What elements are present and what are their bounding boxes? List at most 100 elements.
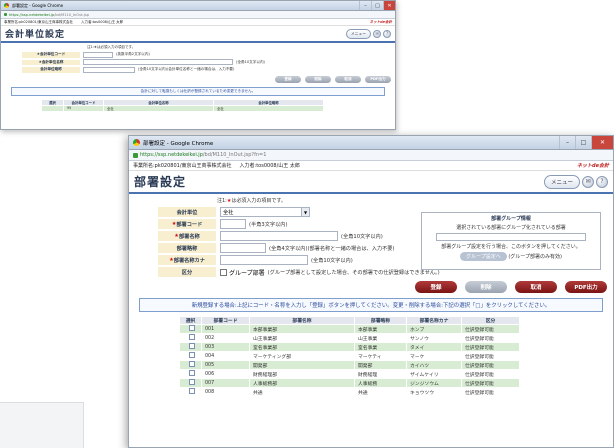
back-window-title: 部署設定 - Google Chrome xyxy=(12,2,64,8)
row-select-checkbox[interactable] xyxy=(189,379,195,386)
dept-kana-input[interactable] xyxy=(220,255,308,265)
name-label: 部署名称 xyxy=(178,233,200,240)
unit-name-input[interactable] xyxy=(83,59,233,66)
menu-button[interactable]: メニュー xyxy=(543,174,580,189)
chrome-icon xyxy=(133,139,140,146)
group-settings-button[interactable]: グループ設定へ xyxy=(460,252,507,261)
row-select-checkbox[interactable] xyxy=(189,370,195,377)
delete-button[interactable]: 削除 xyxy=(465,281,507,293)
cell: 仕訳登録可能 xyxy=(461,360,520,371)
field-hint: (全角10文字以内) xyxy=(341,233,383,240)
table-row[interactable]: 008 共通 共通 キョウツウ 仕訳登録可能 xyxy=(179,387,520,398)
select-cell xyxy=(179,351,202,362)
cell: マーケ xyxy=(406,351,462,362)
group-checkbox-label: グループ部署 xyxy=(229,269,265,277)
cell: 仕訳登録可能 xyxy=(461,333,520,344)
col-header: 部署略称 xyxy=(354,315,407,326)
field-label: ★会計単位コード xyxy=(21,51,81,59)
dept-table: 選択 部署コード 部署名称 部署略称 部署名称カナ 区分 001 本部事業部 本部事… xyxy=(179,315,520,398)
col-header: 区分 xyxy=(461,315,520,326)
front-browser-window: 部署設定 - Google Chrome – □ ✕ https://ssp.n… xyxy=(128,135,614,448)
form-row-abbr: 会計単位略称 (全角10文字以内)(会計単位名称と一緒の場合は、入力不要) xyxy=(1,66,395,74)
cell: マーケティング部 xyxy=(249,351,355,362)
pdf-button[interactable]: PDF出力 xyxy=(365,75,391,83)
cell: 本部事業部 xyxy=(249,324,355,335)
cell: 005 xyxy=(201,360,250,371)
field-label: ★ 部署コード xyxy=(157,218,217,230)
front-window-title: 部署設定 - Google Chrome xyxy=(143,140,214,147)
cell: 全社 xyxy=(103,104,214,112)
select-cell xyxy=(179,387,202,398)
table-row[interactable]: 007 人事総務部 人事総務 ジンジソウム 仕訳登録可能 xyxy=(179,378,520,389)
url-path: /bd/M110_InOut.jsp?fn=1 xyxy=(202,152,267,158)
cell: タメイ xyxy=(406,342,462,353)
minimize-button[interactable]: – xyxy=(359,1,371,10)
register-button[interactable]: 登録 xyxy=(275,75,301,83)
page-title: 会計単位設定 xyxy=(5,30,66,40)
back-action-row: 登録 削除 取消 PDF出力 xyxy=(1,74,395,85)
cancel-button[interactable]: 取消 xyxy=(515,281,557,293)
cell: キョウツウ xyxy=(406,387,462,398)
cell: 008 xyxy=(201,387,250,398)
group-checkbox[interactable] xyxy=(220,268,227,276)
close-button[interactable]: ✕ xyxy=(383,1,395,10)
cell: 001 xyxy=(201,324,250,335)
page-title: 部署設定 xyxy=(134,175,187,189)
table-row[interactable]: 95 全社 全社 xyxy=(41,104,324,112)
pdf-button[interactable]: PDF出力 xyxy=(565,281,607,293)
menu-button[interactable]: メニュー xyxy=(345,28,371,39)
cell: サンノウ xyxy=(406,333,462,344)
register-button[interactable]: 登録 xyxy=(415,281,457,293)
cell: 本部事業 xyxy=(354,324,407,335)
table-row[interactable]: 002 山王事業部 山王事業 サンノウ 仕訳登録可能 xyxy=(179,333,520,344)
abbr-label: 部署略称 xyxy=(176,245,198,252)
help-icon[interactable]: ? xyxy=(383,29,391,38)
unit-code-input[interactable] xyxy=(83,51,113,58)
row-select-checkbox[interactable] xyxy=(189,388,195,395)
user-name: 入力者:tos0008/山王 太郎 xyxy=(80,19,124,24)
cell: 004 xyxy=(201,351,250,362)
cell[interactable] xyxy=(41,104,64,112)
cell: 人事総務部 xyxy=(249,378,355,389)
table-row[interactable]: 006 財務経理部 財務経理 ザイムケイリ 仕訳登録可能 xyxy=(179,369,520,380)
table-row[interactable]: 005 開発部 開発部 カイハツ 仕訳登録可能 xyxy=(179,360,520,371)
brand-logo: ネットde会計 xyxy=(577,163,609,169)
dept-name-input[interactable] xyxy=(220,231,338,241)
dept-code-input[interactable] xyxy=(220,219,246,229)
front-address-bar[interactable]: https://ssp.netdekeikei.jp/bd/M110_InOut… xyxy=(129,150,613,161)
field-hint: (半角3文字以内) xyxy=(249,221,288,228)
mail-icon[interactable]: ✉ xyxy=(373,29,381,38)
col-header: 部署名称 xyxy=(249,315,355,326)
row-select-checkbox[interactable] xyxy=(189,343,195,350)
unit-select[interactable]: 全社 ▼ xyxy=(220,207,310,217)
minimize-button[interactable]: – xyxy=(559,136,575,149)
dept-abbr-input[interactable] xyxy=(220,243,266,253)
url-host: https://ssp.netdekeikei.jp xyxy=(9,12,55,17)
table-row[interactable]: 001 本部事業部 本部事業 ホンブ 仕訳登録可能 xyxy=(179,324,520,335)
cell: 開発部 xyxy=(249,360,355,371)
back-address-bar[interactable]: https://ssp.netdekeikei.jp/bd/M110_InOut… xyxy=(1,11,395,19)
cell: 仕訳登録可能 xyxy=(461,378,520,389)
row-select-checkbox[interactable] xyxy=(189,352,195,359)
mail-icon[interactable]: ✉ xyxy=(582,175,594,188)
maximize-button[interactable]: □ xyxy=(371,1,383,10)
unit-abbr-input[interactable] xyxy=(83,66,135,73)
field-label: ★ 部署名称 xyxy=(157,230,217,242)
cancel-button[interactable]: 取消 xyxy=(335,75,361,83)
maximize-button[interactable]: □ xyxy=(575,136,591,149)
row-select-checkbox[interactable] xyxy=(189,361,195,368)
panel-title: 部署グループ情報 xyxy=(491,216,531,222)
delete-button[interactable]: 削除 xyxy=(305,75,331,83)
row-select-checkbox[interactable] xyxy=(189,334,195,341)
select-cell xyxy=(179,333,202,344)
select-cell xyxy=(179,369,202,380)
row-select-checkbox[interactable] xyxy=(189,325,195,332)
help-icon[interactable]: ? xyxy=(596,175,608,188)
cell: 仕訳登録可能 xyxy=(461,324,520,335)
table-row[interactable]: 004 マーケティング部 マーケティ マーケ 仕訳登録可能 xyxy=(179,351,520,362)
close-button[interactable]: ✕ xyxy=(591,136,613,149)
table-row[interactable]: 003 室名事業部 室名事業 タメイ 仕訳登録可能 xyxy=(179,342,520,353)
panel-note: 部署グループ設定を行う場合、このボタンを押してください。 xyxy=(441,244,581,250)
field-label: ★会計単位名称 xyxy=(21,58,81,66)
cell: 仕訳登録可能 xyxy=(461,351,520,362)
